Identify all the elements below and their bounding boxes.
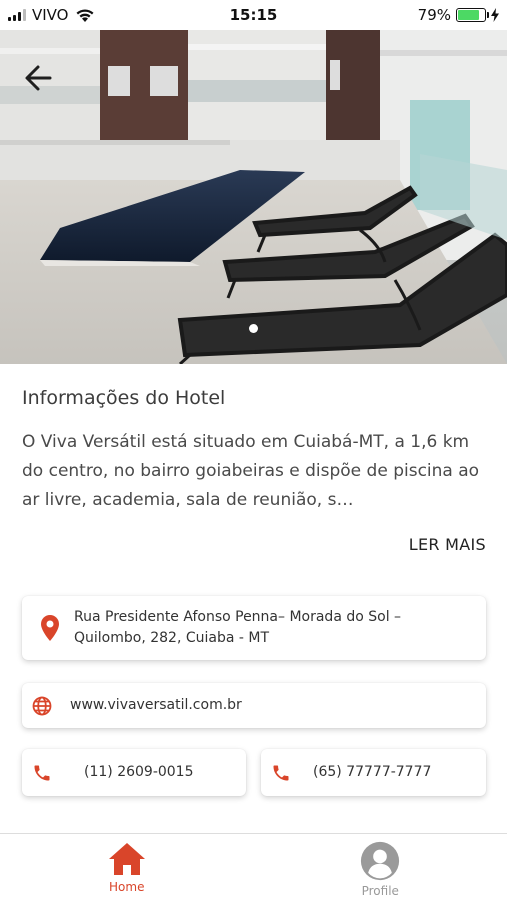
user-circle-icon bbox=[361, 841, 400, 881]
clock: 15:15 bbox=[229, 6, 278, 24]
address-card[interactable]: Rua Presidente Afonso Penna– Morada do S… bbox=[22, 596, 486, 660]
bottom-nav: Home Profile bbox=[0, 833, 507, 900]
read-more-button[interactable]: LER MAIS bbox=[409, 535, 486, 554]
wifi-icon bbox=[76, 8, 93, 22]
address-line-1: Rua Presidente Afonso Penna– Morada do S… bbox=[74, 609, 402, 625]
map-pin-icon bbox=[30, 615, 70, 641]
nav-profile[interactable]: Profile bbox=[254, 834, 507, 900]
address-line-2: Quilombo, 282, Cuiaba - MT bbox=[74, 630, 270, 646]
carousel-dot[interactable] bbox=[249, 324, 258, 333]
address-text: Rua Presidente Afonso Penna– Morada do S… bbox=[74, 607, 401, 649]
carrier-name: VIVO bbox=[32, 6, 69, 24]
nav-profile-label: Profile bbox=[361, 884, 399, 898]
phone-number-1[interactable]: (11) 2609-0015 bbox=[84, 762, 194, 783]
phone-icon bbox=[261, 763, 301, 783]
battery-icon bbox=[456, 8, 489, 22]
battery-percent: 79% bbox=[417, 6, 451, 24]
nav-home-label: Home bbox=[109, 880, 145, 894]
home-icon bbox=[108, 843, 145, 875]
website-card[interactable]: www.vivaversatil.com.br bbox=[22, 683, 486, 728]
back-arrow-icon[interactable] bbox=[20, 58, 60, 98]
nav-home[interactable]: Home bbox=[0, 834, 254, 900]
status-left: VIVO bbox=[8, 6, 95, 24]
hotel-description: O Viva Versátil está situado em Cuiabá-M… bbox=[22, 432, 480, 510]
status-right: 79% bbox=[418, 6, 499, 24]
signal-icon bbox=[8, 9, 26, 21]
pool-illustration bbox=[0, 30, 507, 364]
phone-icon bbox=[22, 763, 62, 783]
globe-icon bbox=[22, 696, 62, 716]
charging-icon bbox=[491, 8, 499, 22]
website-url[interactable]: www.vivaversatil.com.br bbox=[70, 695, 242, 716]
phone-number-2[interactable]: (65) 77777-7777 bbox=[313, 762, 431, 783]
section-title: Informações do Hotel bbox=[22, 387, 226, 409]
phone-card-2[interactable]: (65) 77777-7777 bbox=[261, 749, 486, 796]
status-bar: VIVO 15:15 79% bbox=[0, 0, 507, 30]
hotel-photo[interactable] bbox=[0, 30, 507, 364]
phone-card-1[interactable]: (11) 2609-0015 bbox=[22, 749, 246, 796]
